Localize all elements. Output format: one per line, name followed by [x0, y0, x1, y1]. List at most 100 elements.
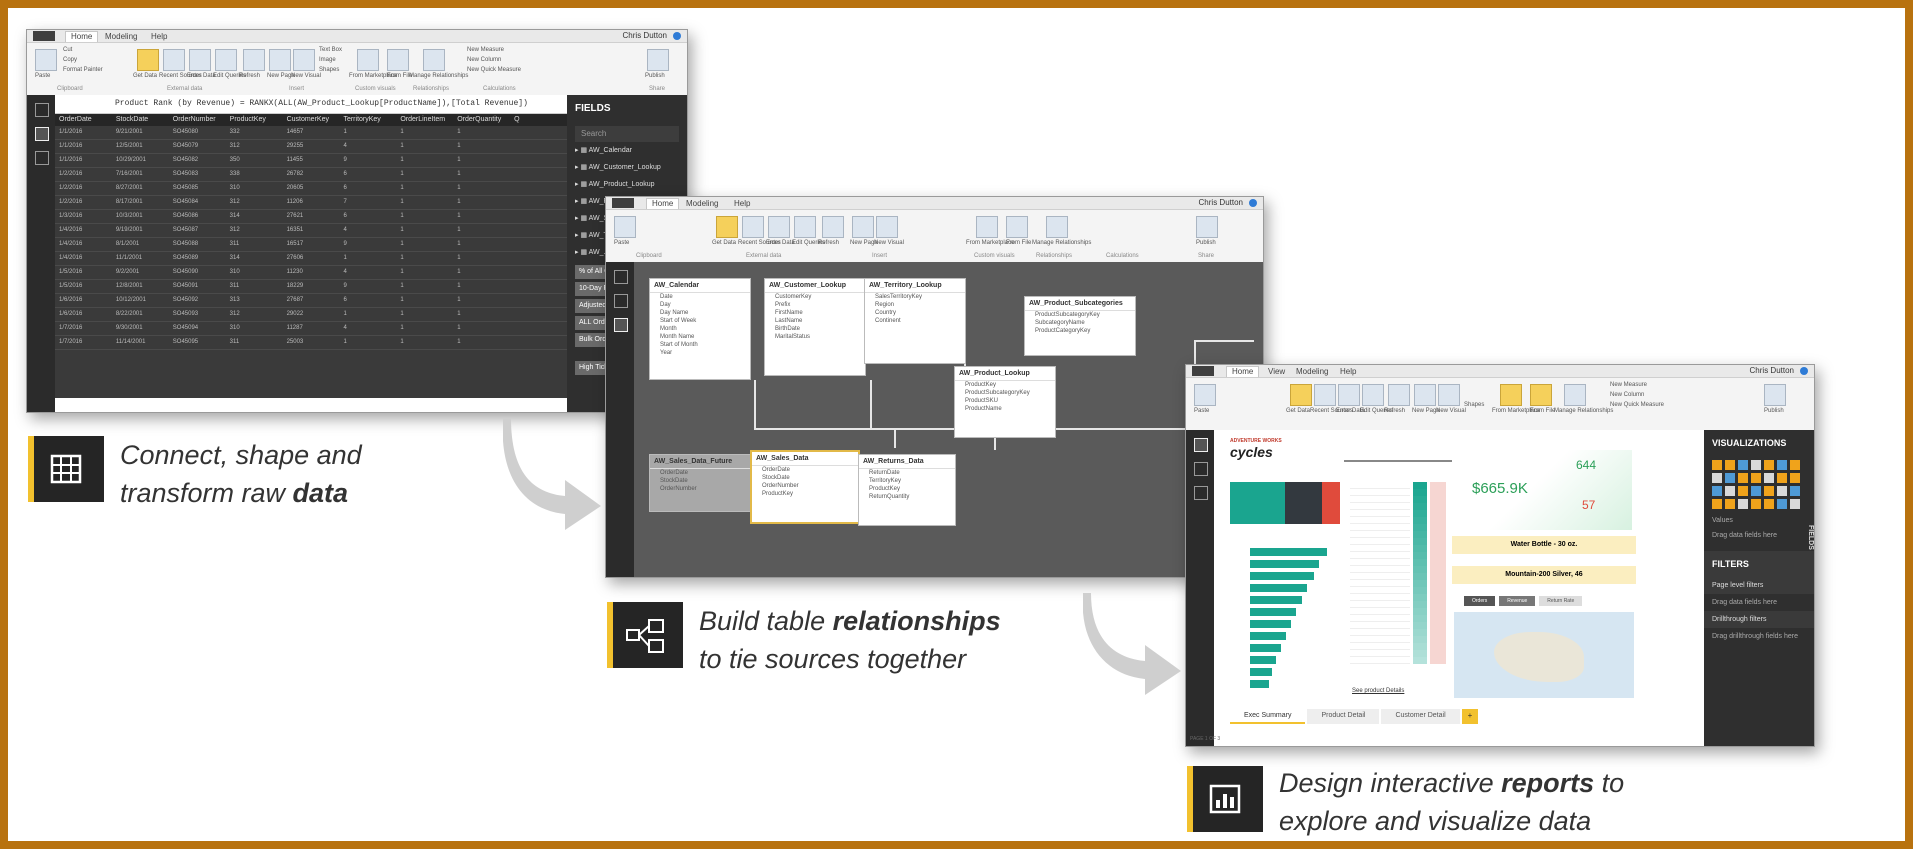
relationships-view-icon[interactable] [1194, 486, 1208, 500]
map-toggle-revenue[interactable]: Revenue [1499, 596, 1536, 606]
page-tab-customer-detail[interactable]: Customer Detail [1381, 709, 1460, 724]
tab-home[interactable]: Home [646, 198, 680, 209]
visual-type-icon[interactable] [1777, 499, 1787, 509]
visual-type-icon[interactable] [1790, 460, 1800, 470]
table-field[interactable]: Country [865, 309, 965, 317]
top-product-card[interactable]: Water Bottle - 30 oz. [1452, 536, 1636, 554]
new-column-button[interactable]: New Column [1610, 392, 1644, 398]
column-header[interactable]: OrderNumber [169, 114, 226, 126]
new-quick-measure-button[interactable]: New Quick Measure [467, 67, 521, 73]
data-view-icon[interactable] [35, 127, 49, 141]
table-field[interactable]: ProductKey [955, 381, 1055, 389]
table-card[interactable]: AW_Product_Lookup ProductKey ProductSubcat… [954, 366, 1056, 438]
file-menu-button[interactable] [33, 31, 55, 41]
manage-relationships-button[interactable] [423, 49, 445, 71]
data-view-icon[interactable] [1194, 462, 1208, 476]
enter-data-button[interactable] [768, 216, 790, 238]
product-table[interactable] [1350, 482, 1446, 672]
table-field[interactable]: Month [650, 325, 750, 333]
visual-type-icon[interactable] [1712, 473, 1722, 483]
table-field[interactable]: Start of Month [650, 341, 750, 349]
table-field[interactable]: Region [865, 301, 965, 309]
map-toggle-orders[interactable]: Orders [1464, 596, 1496, 606]
visual-type-icon[interactable] [1725, 499, 1735, 509]
table-field[interactable]: ProductSubcategoryKey [1025, 311, 1135, 319]
tab-home[interactable]: Home [65, 31, 99, 42]
table-field[interactable]: ProductSKU [955, 397, 1055, 405]
field-table-item[interactable]: ▸ ▦ AW_Product_Lookup [575, 180, 679, 194]
table-field[interactable]: SubcategoryName [1025, 319, 1135, 327]
refresh-button[interactable] [243, 49, 265, 71]
table-field[interactable]: Year [650, 349, 750, 357]
paste-button[interactable] [614, 216, 636, 238]
table-field[interactable]: Day [650, 301, 750, 309]
table-field[interactable]: ProductName [955, 405, 1055, 413]
tab-modeling[interactable]: Modeling [1296, 367, 1328, 376]
table-field[interactable]: Date [650, 293, 750, 301]
revenue-kpi-card[interactable]: $665.9K 644 57 [1452, 450, 1632, 530]
table-field[interactable]: StockDate [752, 474, 858, 482]
visual-type-icon[interactable] [1751, 499, 1761, 509]
text-box-button[interactable]: Text Box [319, 47, 342, 53]
from-marketplace-button[interactable] [976, 216, 998, 238]
format-painter-button[interactable]: Format Painter [63, 67, 103, 73]
page-tab-product-detail[interactable]: Product Detail [1307, 709, 1380, 724]
visual-type-icon[interactable] [1790, 473, 1800, 483]
column-header[interactable]: OrderQuantity [453, 114, 510, 126]
product-details-link[interactable]: See product Details [1352, 688, 1404, 694]
new-visual-button[interactable] [1438, 384, 1460, 406]
from-file-button[interactable] [1530, 384, 1552, 406]
visual-type-icon[interactable] [1738, 486, 1748, 496]
filter-drop-zone[interactable]: Drag data fields here [1704, 594, 1814, 611]
column-header[interactable]: OrderDate [55, 114, 112, 126]
visual-type-icon[interactable] [1777, 460, 1787, 470]
help-icon[interactable] [1800, 367, 1808, 375]
table-card[interactable]: AW_Sales_Data_Future OrderDate StockDate Or… [649, 454, 751, 512]
publish-button[interactable] [1764, 384, 1786, 406]
cut-button[interactable]: Cut [63, 47, 72, 53]
table-field[interactable]: Month Name [650, 333, 750, 341]
values-drop-zone[interactable]: Drag data fields here [1704, 528, 1814, 543]
tab-help[interactable]: Help [1340, 367, 1356, 376]
column-header[interactable]: TerritoryKey [339, 114, 396, 126]
publish-button[interactable] [647, 49, 669, 71]
tab-help[interactable]: Help [151, 32, 167, 41]
table-field[interactable]: TerritoryKey [859, 477, 955, 485]
table-field[interactable]: Continent [865, 317, 965, 325]
table-field[interactable]: CustomerKey [765, 293, 865, 301]
report-view-icon[interactable] [1194, 438, 1208, 452]
edit-queries-button[interactable] [1362, 384, 1384, 406]
manage-relationships-button[interactable] [1046, 216, 1068, 238]
visual-type-icon[interactable] [1712, 486, 1722, 496]
file-menu-button[interactable] [612, 198, 634, 208]
visual-type-icon[interactable] [1751, 486, 1761, 496]
table-card[interactable]: AW_Territory_Lookup SalesTerritoryKey Regi… [864, 278, 966, 364]
field-table-item[interactable]: ▸ ▦ AW_Customer_Lookup [575, 163, 679, 177]
file-menu-button[interactable] [1192, 366, 1214, 376]
visual-type-icon[interactable] [1725, 460, 1735, 470]
formula-bar[interactable]: Product Rank (by Revenue) = RANKX(ALL(AW… [55, 95, 567, 114]
table-field[interactable]: OrderDate [650, 469, 750, 477]
tab-home[interactable]: Home [1226, 366, 1260, 377]
table-card[interactable]: AW_Calendar Date Day Day Name Start of Week M… [649, 278, 751, 380]
paste-button[interactable] [1194, 384, 1216, 406]
table-field[interactable]: LastName [765, 317, 865, 325]
relationships-view-icon[interactable] [35, 151, 49, 165]
top-bike-card[interactable]: Mountain-200 Silver, 46 [1452, 566, 1636, 584]
column-header[interactable]: ProductKey [226, 114, 283, 126]
new-page-button[interactable] [269, 49, 291, 71]
date-slider[interactable] [1344, 460, 1454, 462]
copy-button[interactable]: Copy [63, 57, 77, 63]
visual-type-icon[interactable] [1725, 473, 1735, 483]
tab-view[interactable]: View [1268, 367, 1285, 376]
new-measure-button[interactable]: New Measure [1610, 382, 1647, 388]
table-field[interactable]: ProductCategoryKey [1025, 327, 1135, 335]
treemap[interactable] [1230, 482, 1340, 524]
column-header[interactable]: Q [510, 114, 567, 126]
report-view-icon[interactable] [614, 270, 628, 284]
table-card[interactable]: AW_Customer_Lookup CustomerKey Prefix First… [764, 278, 866, 376]
table-field[interactable]: Start of Week [650, 317, 750, 325]
visual-type-icon[interactable] [1738, 473, 1748, 483]
column-header[interactable]: StockDate [112, 114, 169, 126]
add-page-button[interactable]: + [1461, 709, 1479, 724]
